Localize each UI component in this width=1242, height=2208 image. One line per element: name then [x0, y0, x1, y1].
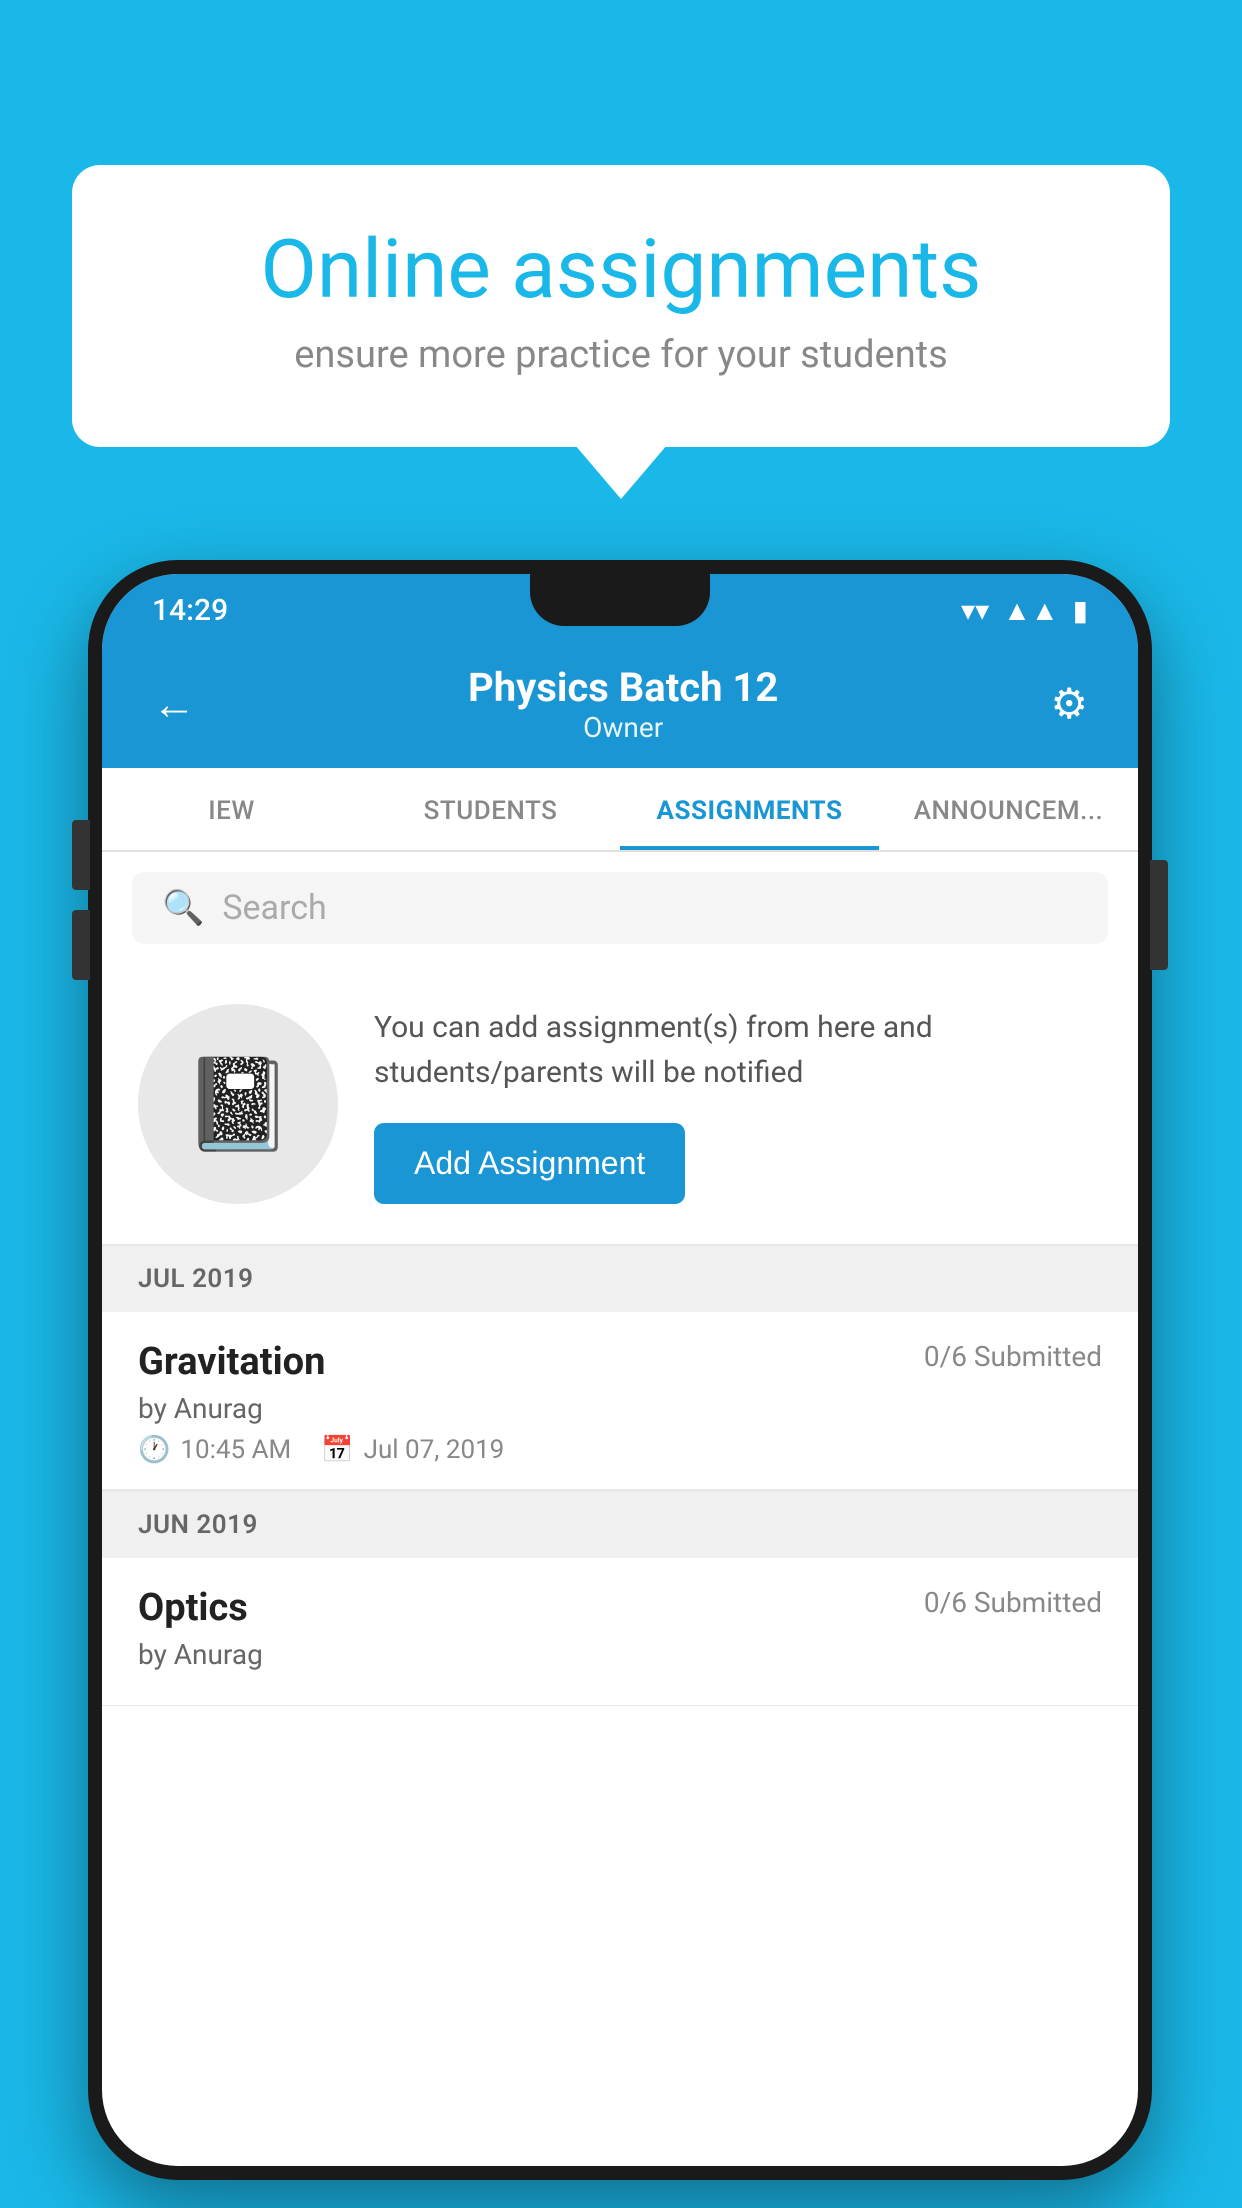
tab-students[interactable]: STUDENTS: [361, 768, 620, 850]
header-title: Physics Batch 12: [196, 664, 1050, 711]
section-header-jul: JUL 2019: [102, 1246, 1138, 1312]
assignment-by-gravitation: by Anurag: [138, 1392, 1102, 1425]
speech-bubble: Online assignments ensure more practice …: [72, 165, 1170, 447]
header-subtitle: Owner: [196, 711, 1050, 744]
volume-buttons: [72, 820, 90, 980]
assignment-date: Jul 07, 2019: [364, 1435, 505, 1465]
meta-time: 🕐 10:45 AM: [138, 1435, 291, 1465]
phone-notch: [530, 574, 710, 626]
settings-button[interactable]: ⚙: [1050, 679, 1088, 729]
search-container: 🔍 Search: [102, 852, 1138, 964]
add-assignment-content: You can add assignment(s) from here and …: [374, 1005, 1102, 1204]
tab-announcements[interactable]: ANNOUNCEM...: [879, 768, 1138, 850]
app-header: ← Physics Batch 12 Owner ⚙: [102, 646, 1138, 768]
notebook-icon: 📓: [182, 1052, 294, 1157]
assignment-by-optics: by Anurag: [138, 1638, 1102, 1671]
clock-icon: 🕐: [138, 1435, 170, 1465]
assignment-submitted-optics: 0/6 Submitted: [924, 1586, 1102, 1619]
back-button[interactable]: ←: [152, 678, 196, 730]
tabs-bar: IEW STUDENTS ASSIGNMENTS ANNOUNCEM...: [102, 768, 1138, 852]
section-header-jun: JUN 2019: [102, 1492, 1138, 1558]
search-bar[interactable]: 🔍 Search: [132, 872, 1108, 944]
meta-date: 📅 Jul 07, 2019: [321, 1435, 504, 1465]
speech-bubble-title: Online assignments: [152, 225, 1090, 315]
add-assignment-button[interactable]: Add Assignment: [374, 1123, 685, 1204]
search-placeholder: Search: [222, 888, 326, 928]
assignment-time: 10:45 AM: [180, 1435, 291, 1465]
assignment-item-optics[interactable]: Optics 0/6 Submitted by Anurag: [102, 1558, 1138, 1706]
assignment-item-header: Gravitation 0/6 Submitted: [138, 1340, 1102, 1384]
speech-bubble-subtitle: ensure more practice for your students: [152, 333, 1090, 377]
status-time: 14:29: [152, 593, 228, 628]
power-button: [1150, 860, 1168, 970]
add-assignment-description: You can add assignment(s) from here and …: [374, 1005, 1102, 1095]
assignment-submitted-gravitation: 0/6 Submitted: [924, 1340, 1102, 1373]
header-title-group: Physics Batch 12 Owner: [196, 664, 1050, 744]
assignment-name-optics: Optics: [138, 1586, 248, 1630]
phone-frame: 14:29 ▾▾ ▲▲ ▮ ← Physics Batch 12 Owner ⚙…: [88, 560, 1152, 2180]
wifi-icon: ▾▾: [961, 594, 989, 627]
calendar-icon: 📅: [321, 1435, 353, 1465]
signal-icon: ▲▲: [1003, 594, 1058, 627]
assignment-item-header-optics: Optics 0/6 Submitted: [138, 1586, 1102, 1630]
battery-icon: ▮: [1073, 594, 1088, 627]
assignment-item-gravitation[interactable]: Gravitation 0/6 Submitted by Anurag 🕐 10…: [102, 1312, 1138, 1490]
phone-screen: 14:29 ▾▾ ▲▲ ▮ ← Physics Batch 12 Owner ⚙…: [102, 574, 1138, 2166]
add-assignment-promo: 📓 You can add assignment(s) from here an…: [102, 964, 1138, 1244]
tab-assignments[interactable]: ASSIGNMENTS: [620, 768, 879, 850]
assignment-name-gravitation: Gravitation: [138, 1340, 325, 1384]
tab-iew[interactable]: IEW: [102, 768, 361, 850]
assignment-meta-gravitation: 🕐 10:45 AM 📅 Jul 07, 2019: [138, 1435, 1102, 1465]
status-icons: ▾▾ ▲▲ ▮: [961, 594, 1088, 627]
assignment-icon-circle: 📓: [138, 1004, 338, 1204]
search-icon: 🔍: [162, 888, 204, 928]
